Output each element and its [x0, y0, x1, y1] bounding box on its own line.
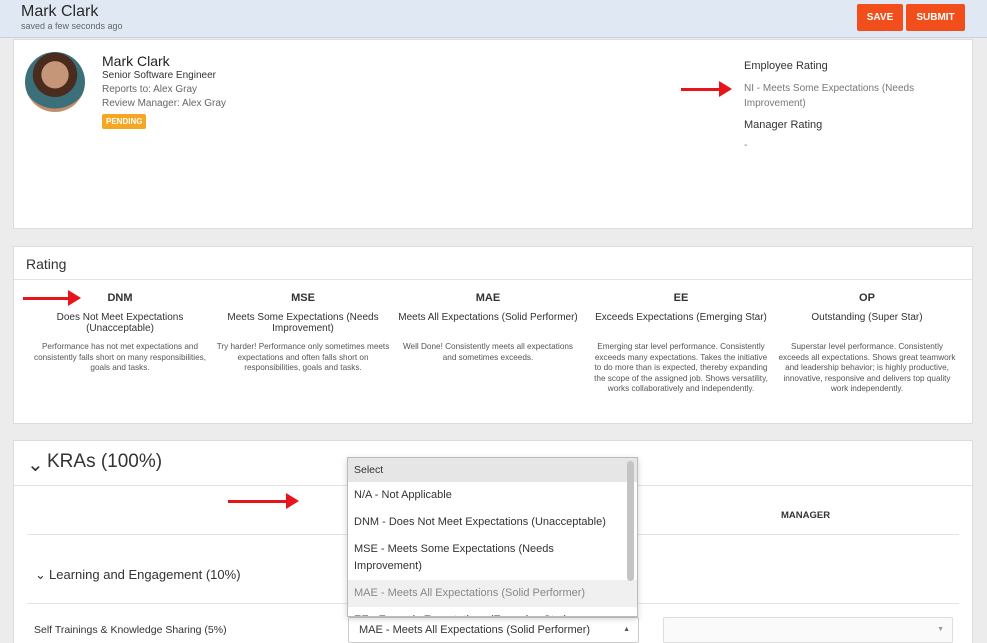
rating-level-ee: EE Exceeds Expectations (Emerging Star) …	[591, 292, 771, 395]
rating-level-mae: MAE Meets All Expectations (Solid Perfor…	[398, 292, 578, 363]
review-manager: Review Manager: Alex Gray	[102, 98, 226, 109]
rating-code: EE	[673, 292, 689, 304]
rating-description: Superstar level performance. Consistentl…	[778, 342, 956, 393]
dropdown-option-dnm[interactable]: DNM - Does Not Meet Expectations (Unacce…	[348, 509, 637, 536]
rating-level-dnm: DNM Does Not Meet Expectations (Unaccept…	[30, 292, 210, 374]
rating-title: Does Not Meet Expectations (Unacceptable…	[56, 312, 184, 334]
manager-rating-select[interactable]: ▼	[663, 617, 953, 643]
saved-status: saved a few seconds ago	[21, 21, 123, 31]
employee-rating-select[interactable]: MAE - Meets All Expectations (Solid Perf…	[348, 617, 639, 643]
rating-level-mse: MSE Meets Some Expectations (Needs Impro…	[213, 292, 393, 374]
kra-row-label: Self Trainings & Knowledge Sharing (5%)	[34, 624, 227, 636]
red-arrow	[228, 493, 299, 509]
red-arrow	[23, 290, 81, 306]
top-bar: Mark Clark saved a few seconds ago SAVE …	[0, 0, 987, 38]
section-title[interactable]: Learning and Engagement (10%)	[49, 567, 241, 582]
rating-description: Performance has not met expectations and…	[33, 342, 206, 372]
manager-rating-label: Manager Rating	[744, 119, 823, 131]
submit-button[interactable]: SUBMIT	[906, 4, 965, 31]
dropdown-option-mae[interactable]: MAE - Meets All Expectations (Solid Perf…	[348, 580, 637, 607]
profile-card: Mark Clark Senior Software Engineer Repo…	[13, 39, 973, 229]
rating-code: DNM	[107, 292, 133, 304]
kras-title: KRAs (100%)	[47, 451, 163, 472]
rating-title: Outstanding (Super Star)	[811, 312, 923, 323]
caret-icon: ▲	[623, 626, 630, 633]
employee-rating-label: Employee Rating	[744, 60, 828, 72]
reports-to: Reports to: Alex Gray	[102, 84, 198, 95]
dropdown-scrollbar[interactable]	[627, 461, 634, 581]
chevron-down-icon[interactable]: ⌄	[35, 567, 46, 583]
manager-column-header: MANAGER	[781, 510, 831, 521]
rating-code: MSE	[291, 292, 315, 304]
profile-name: Mark Clark	[102, 53, 170, 69]
rating-description: Try harder! Performance only sometimes m…	[216, 342, 390, 372]
employee-rating-select-value: MAE - Meets All Expectations (Solid Perf…	[359, 624, 591, 636]
status-badge: PENDING	[102, 114, 147, 129]
rating-dropdown-menu[interactable]: Select N/A - Not Applicable DNM - Does N…	[347, 457, 638, 617]
dropdown-option-mse[interactable]: MSE - Meets Some Expectations (Needs Imp…	[348, 536, 637, 580]
rating-code: MAE	[475, 292, 501, 304]
dropdown-option-select[interactable]: Select	[348, 458, 637, 482]
save-button[interactable]: SAVE	[857, 4, 903, 31]
profile-title: Senior Software Engineer	[102, 70, 216, 81]
employee-name-header: Mark Clark	[21, 3, 99, 20]
employee-rating-value: NI - Meets Some Expectations (Needs Impr…	[744, 83, 915, 109]
rating-level-op: OP Outstanding (Super Star) Superstar le…	[777, 292, 957, 395]
avatar	[25, 52, 85, 112]
manager-rating-value: -	[744, 140, 748, 151]
rating-title: Exceeds Expectations (Emerging Star)	[595, 312, 767, 323]
rating-card: Rating DNM Does Not Meet Expectations (U…	[13, 246, 973, 424]
rating-title: Meets Some Expectations (Needs Improveme…	[227, 312, 379, 334]
rating-description: Well Done! Consistently meets all expect…	[402, 342, 574, 362]
dropdown-option-na[interactable]: N/A - Not Applicable	[348, 482, 637, 509]
red-arrow	[681, 81, 732, 97]
rating-title: Meets All Expectations (Solid Performer)	[398, 312, 578, 323]
rating-description: Emerging star level performance. Consist…	[594, 342, 768, 393]
rating-code: OP	[859, 292, 875, 304]
dropdown-option-ee[interactable]: EE - Exceeds Expectations (Emerging Star…	[348, 607, 637, 616]
chevron-down-icon[interactable]: ⌄	[27, 452, 44, 477]
rating-heading: Rating	[14, 247, 972, 280]
caret-icon: ▼	[937, 626, 944, 633]
